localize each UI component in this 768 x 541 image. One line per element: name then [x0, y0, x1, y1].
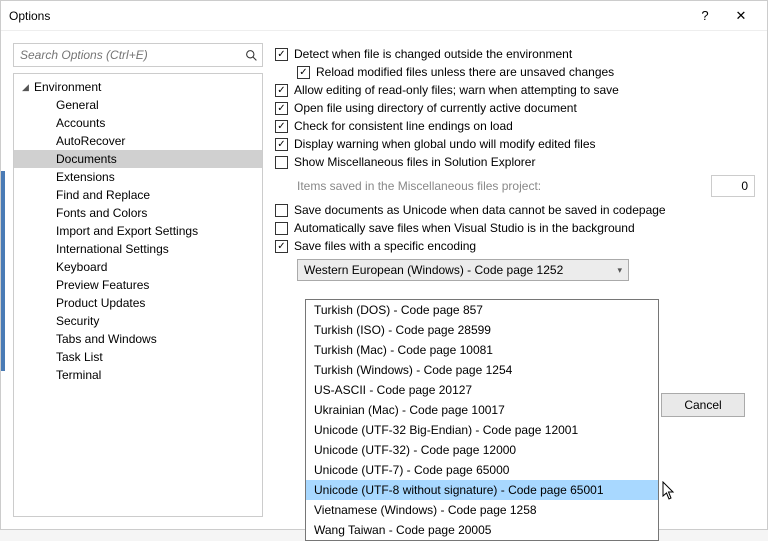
tree-item-keyboard[interactable]: Keyboard [14, 258, 262, 276]
encoding-option[interactable]: Unicode (UTF-32) - Code page 12000 [306, 440, 658, 460]
option-label: Display warning when global undo will mo… [294, 137, 596, 151]
checkbox-checked[interactable]: ✓ [297, 66, 310, 79]
search-input[interactable] [14, 48, 240, 62]
checkbox-unchecked[interactable] [275, 156, 288, 169]
tree-item-fonts-and-colors[interactable]: Fonts and Colors [14, 204, 262, 222]
tree-item-tabs-and-windows[interactable]: Tabs and Windows [14, 330, 262, 348]
option-label: Detect when file is changed outside the … [294, 47, 572, 61]
encoding-option[interactable]: Ukrainian (Mac) - Code page 10017 [306, 400, 658, 420]
option-specific-encoding[interactable]: ✓ Save files with a specific encoding [275, 237, 755, 255]
tree-item-task-list[interactable]: Task List [14, 348, 262, 366]
option-label: Automatically save files when Visual Stu… [294, 221, 635, 235]
tree-item-find-and-replace[interactable]: Find and Replace [14, 186, 262, 204]
chevron-down-icon: ▾ [617, 265, 622, 276]
checkbox-checked[interactable]: ✓ [275, 48, 288, 61]
checkbox-checked[interactable]: ✓ [275, 84, 288, 97]
tree-item-general[interactable]: General [14, 96, 262, 114]
option-label: Save documents as Unicode when data cann… [294, 203, 666, 217]
option-readonly-edit[interactable]: ✓ Allow editing of read-only files; warn… [275, 81, 755, 99]
tree-item-documents[interactable]: Documents [14, 150, 262, 168]
misc-items-spinner[interactable]: 0 [711, 175, 755, 197]
option-label: Show Miscellaneous files in Solution Exp… [294, 155, 535, 169]
encoding-option[interactable]: Unicode (UTF-32 Big-Endian) - Code page … [306, 420, 658, 440]
combobox-value: Western European (Windows) - Code page 1… [304, 263, 617, 277]
help-button[interactable]: ? [687, 2, 723, 30]
checkbox-unchecked[interactable] [275, 222, 288, 235]
dialog-title: Options [9, 9, 687, 23]
tree-item-extensions[interactable]: Extensions [14, 168, 262, 186]
option-label: Save files with a specific encoding [294, 239, 476, 253]
option-detect-change[interactable]: ✓ Detect when file is changed outside th… [275, 45, 755, 63]
tree-item-terminal[interactable]: Terminal [14, 366, 262, 384]
misc-items-label: Items saved in the Miscellaneous files p… [297, 179, 541, 193]
checkbox-checked[interactable]: ✓ [275, 138, 288, 151]
option-line-endings[interactable]: ✓ Check for consistent line endings on l… [275, 117, 755, 135]
encoding-option[interactable]: Turkish (ISO) - Code page 28599 [306, 320, 658, 340]
encoding-option[interactable]: US-ASCII - Code page 20127 [306, 380, 658, 400]
search-icon [240, 49, 262, 62]
tree-label: Environment [34, 80, 101, 94]
checkbox-checked[interactable]: ✓ [275, 120, 288, 133]
encoding-option[interactable]: Turkish (Windows) - Code page 1254 [306, 360, 658, 380]
titlebar: Options ? ✕ [1, 1, 767, 31]
checkbox-checked[interactable]: ✓ [275, 102, 288, 115]
encoding-dropdown-list[interactable]: Turkish (DOS) - Code page 857Turkish (IS… [305, 299, 659, 541]
tree-item-accounts[interactable]: Accounts [14, 114, 262, 132]
option-save-unicode[interactable]: Save documents as Unicode when data cann… [275, 201, 755, 219]
options-dialog: Options ? ✕ ◢ Environment GeneralAccount… [0, 0, 768, 530]
option-autosave-background[interactable]: Automatically save files when Visual Stu… [275, 219, 755, 237]
encoding-combobox[interactable]: Western European (Windows) - Code page 1… [297, 259, 629, 281]
checkbox-checked[interactable]: ✓ [275, 240, 288, 253]
encoding-option[interactable]: Unicode (UTF-7) - Code page 65000 [306, 460, 658, 480]
tree-item-autorecover[interactable]: AutoRecover [14, 132, 262, 150]
encoding-option[interactable]: Turkish (Mac) - Code page 10081 [306, 340, 658, 360]
tree-item-international-settings[interactable]: International Settings [14, 240, 262, 258]
option-open-dir[interactable]: ✓ Open file using directory of currently… [275, 99, 755, 117]
encoding-option[interactable]: Turkish (DOS) - Code page 857 [306, 300, 658, 320]
option-misc-files[interactable]: Show Miscellaneous files in Solution Exp… [275, 153, 755, 171]
category-tree[interactable]: ◢ Environment GeneralAccountsAutoRecover… [13, 73, 263, 517]
option-label: Check for consistent line endings on loa… [294, 119, 513, 133]
encoding-option[interactable]: Unicode (UTF-8 without signature) - Code… [306, 480, 658, 500]
cancel-button[interactable]: Cancel [661, 393, 745, 417]
option-label: Reload modified files unless there are u… [316, 65, 614, 79]
tree-item-import-and-export-settings[interactable]: Import and Export Settings [14, 222, 262, 240]
option-label: Allow editing of read-only files; warn w… [294, 83, 619, 97]
misc-items-row: Items saved in the Miscellaneous files p… [275, 171, 755, 201]
option-global-undo[interactable]: ✓ Display warning when global undo will … [275, 135, 755, 153]
collapse-icon: ◢ [22, 82, 34, 93]
tree-item-preview-features[interactable]: Preview Features [14, 276, 262, 294]
tree-item-product-updates[interactable]: Product Updates [14, 294, 262, 312]
encoding-option[interactable]: Vietnamese (Windows) - Code page 1258 [306, 500, 658, 520]
option-reload-modified[interactable]: ✓ Reload modified files unless there are… [275, 63, 755, 81]
encoding-option[interactable]: Wang Taiwan - Code page 20005 [306, 520, 658, 540]
search-box[interactable] [13, 43, 263, 67]
tree-item-security[interactable]: Security [14, 312, 262, 330]
checkbox-unchecked[interactable] [275, 204, 288, 217]
option-label: Open file using directory of currently a… [294, 101, 577, 115]
tree-node-environment[interactable]: ◢ Environment [14, 78, 262, 96]
close-button[interactable]: ✕ [723, 2, 759, 30]
left-panel: ◢ Environment GeneralAccountsAutoRecover… [13, 43, 263, 517]
